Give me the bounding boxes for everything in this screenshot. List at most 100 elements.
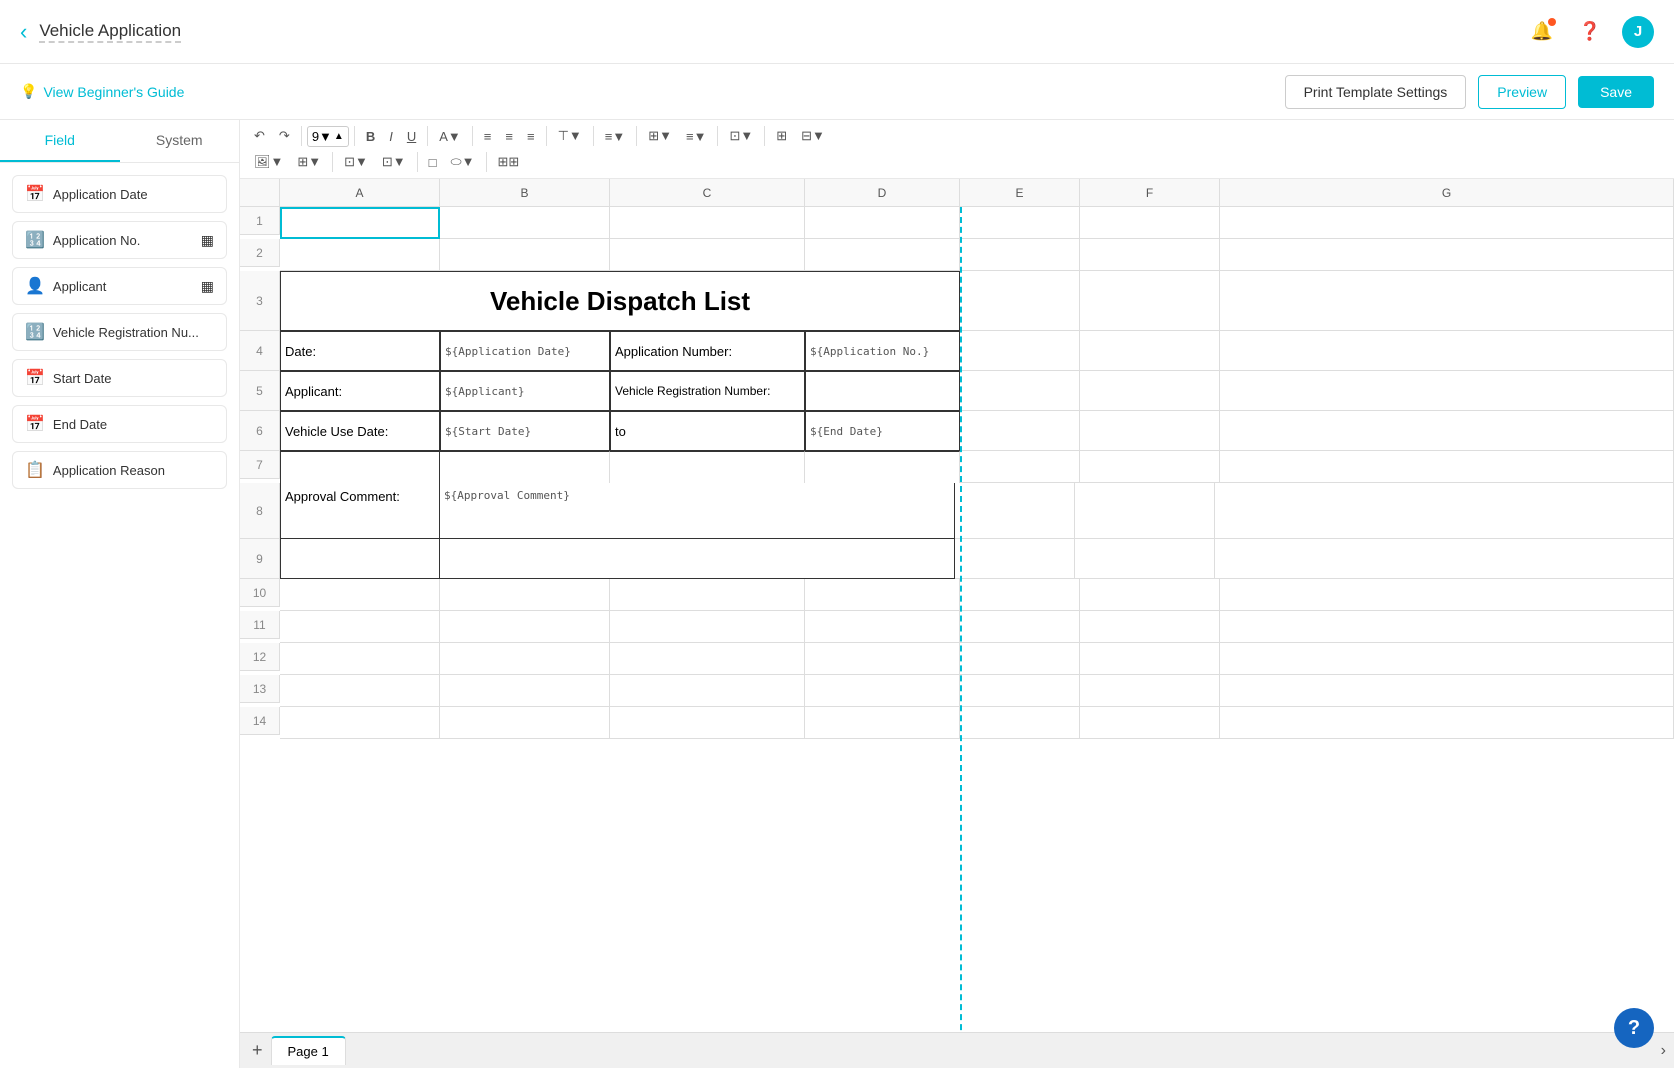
cell-f14[interactable] [1080,707,1220,739]
cell-c6-to[interactable]: to [610,411,805,451]
cell-b10[interactable] [440,579,610,611]
cell-g2[interactable] [1220,239,1674,271]
cell-c10[interactable] [610,579,805,611]
print-template-button[interactable]: Print Template Settings [1285,75,1467,109]
cell-a11[interactable] [280,611,440,643]
cell-d13[interactable] [805,675,960,707]
cell-b1[interactable] [440,207,610,239]
cell-b4-value[interactable]: ${Application Date} [440,331,610,371]
cell-g14[interactable] [1220,707,1674,739]
cell-e1[interactable] [960,207,1080,239]
cell-f12[interactable] [1080,643,1220,675]
redo-button[interactable]: ↷ [273,124,296,148]
cell-e5[interactable] [960,371,1080,411]
cell-g10[interactable] [1220,579,1674,611]
cell-d11[interactable] [805,611,960,643]
align-left-button[interactable]: ≡ [478,125,498,148]
cell-b5-value[interactable]: ${Applicant} [440,371,610,411]
cell-g4[interactable] [1220,331,1674,371]
cell-f2[interactable] [1080,239,1220,271]
font-size-selector[interactable]: 9 ▼ ▲ [307,126,349,147]
align-right-button[interactable]: ≡ [521,125,541,148]
sheet-nav-right[interactable]: › [1661,1042,1666,1060]
cell-f8[interactable] [1075,483,1215,539]
cell-g8[interactable] [1215,483,1674,539]
cell-c2[interactable] [610,239,805,271]
cell-b6-value[interactable]: ${Start Date} [440,411,610,451]
guide-link[interactable]: 💡 View Beginner's Guide [20,83,184,100]
field-item-application-no[interactable]: 🔢 Application No. ▦ [12,221,227,259]
cell-b8-value[interactable]: ${Approval Comment} [440,483,955,539]
cell-c4-label[interactable]: Application Number: [610,331,805,371]
cell-d5-value[interactable] [805,371,960,411]
user-avatar[interactable]: J [1622,16,1654,48]
save-button[interactable]: Save [1578,76,1654,108]
cell-a13[interactable] [280,675,440,707]
merge-button[interactable]: ⊡▼ [723,124,759,148]
cell-c14[interactable] [610,707,805,739]
cell-d4-value[interactable]: ${Application No.} [805,331,960,371]
field-item-end-date[interactable]: 📅 End Date [12,405,227,443]
cell-f3[interactable] [1080,271,1220,331]
cell-dispatch-title[interactable]: Vehicle Dispatch List [280,271,960,331]
underline-button[interactable]: U [401,125,422,148]
cell-e13[interactable] [960,675,1080,707]
cell-a7[interactable] [280,451,440,483]
repeat-button[interactable]: ⊞⊞ [492,150,526,174]
cell-f6[interactable] [1080,411,1220,451]
cell-f1[interactable] [1080,207,1220,239]
cell-g5[interactable] [1220,371,1674,411]
cell-e8[interactable] [955,483,1075,539]
cell-a8-label[interactable]: Approval Comment: [280,483,440,539]
cell-b9[interactable] [440,539,955,579]
undo-button[interactable]: ↶ [248,124,271,148]
cell-g7[interactable] [1220,451,1674,483]
cell-e2[interactable] [960,239,1080,271]
cell-f9[interactable] [1075,539,1215,579]
field-item-applicant[interactable]: 👤 Applicant ▦ [12,267,227,305]
cell-a9[interactable] [280,539,440,579]
field-item-application-reason[interactable]: 📋 Application Reason [12,451,227,489]
cell-g6[interactable] [1220,411,1674,451]
sheet-tab-page1[interactable]: Page 1 [271,1036,346,1065]
cell-a14[interactable] [280,707,440,739]
cell-b2[interactable] [440,239,610,271]
border-button[interactable]: ⊞▼ [642,124,678,148]
bold-button[interactable]: B [360,125,381,148]
cell-g1[interactable] [1220,207,1674,239]
freeze-button[interactable]: ⊞ [770,124,793,148]
cell-f11[interactable] [1080,611,1220,643]
italic-button[interactable]: I [383,125,399,148]
cell-f4[interactable] [1080,331,1220,371]
cell-e11[interactable] [960,611,1080,643]
cell-a5-label[interactable]: Applicant: [280,371,440,411]
cell-e10[interactable] [960,579,1080,611]
cell-e6[interactable] [960,411,1080,451]
cell-d14[interactable] [805,707,960,739]
tab-system[interactable]: System [120,120,240,162]
cell-e14[interactable] [960,707,1080,739]
valign-button[interactable]: ⊤▼ [552,124,588,148]
add-sheet-button[interactable]: + [248,1036,267,1065]
cell-b12[interactable] [440,643,610,675]
cell-b11[interactable] [440,611,610,643]
cell-a1[interactable] [280,207,440,239]
back-button[interactable]: ‹ [20,19,27,45]
cell-g12[interactable] [1220,643,1674,675]
cell-g11[interactable] [1220,611,1674,643]
cell-g13[interactable] [1220,675,1674,707]
help-button[interactable]: ? [1614,1008,1654,1048]
preview-button[interactable]: Preview [1478,75,1566,109]
cell-d7[interactable] [805,451,960,483]
align-center-button[interactable]: ≡ [499,125,519,148]
cell-d6-value[interactable]: ${End Date} [805,411,960,451]
cell-f5[interactable] [1080,371,1220,411]
cell-f7[interactable] [1080,451,1220,483]
split-button[interactable]: ⊟▼ [795,124,831,148]
tab-field[interactable]: Field [0,120,120,162]
image-button[interactable]: 🖼▼ [248,150,289,174]
notification-icon[interactable]: 🔔 [1526,16,1558,48]
cell-a6-label[interactable]: Vehicle Use Date: [280,411,440,451]
cell-d1[interactable] [805,207,960,239]
cell-c13[interactable] [610,675,805,707]
